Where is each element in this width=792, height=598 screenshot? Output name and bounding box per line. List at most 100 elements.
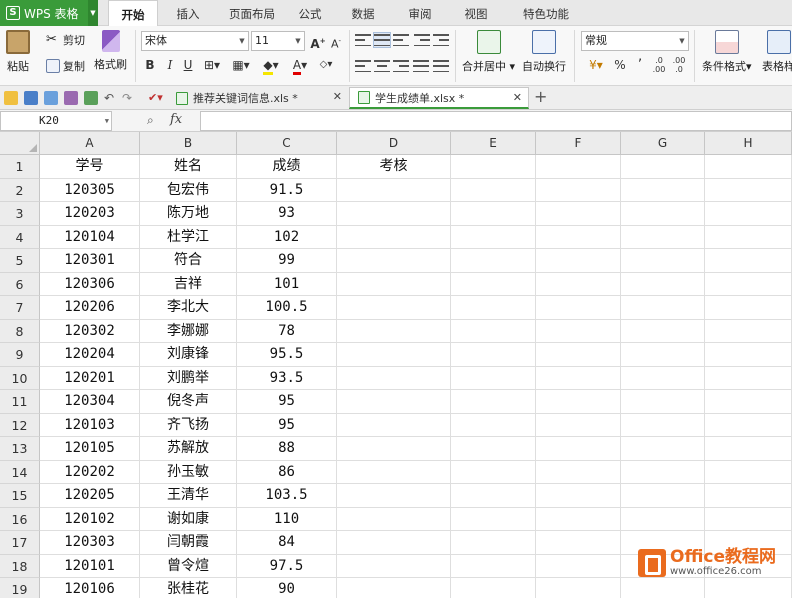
table-cell[interactable] bbox=[451, 484, 536, 508]
table-cell[interactable]: 120201 bbox=[40, 366, 140, 390]
table-cell[interactable]: 120202 bbox=[40, 460, 140, 484]
close-icon[interactable]: ✕ bbox=[513, 91, 522, 104]
redo-icon[interactable]: ↷ bbox=[122, 91, 136, 105]
table-cell[interactable] bbox=[536, 296, 621, 320]
table-cell[interactable] bbox=[337, 460, 451, 484]
table-cell[interactable]: 120106 bbox=[40, 578, 140, 598]
save-icon[interactable] bbox=[24, 91, 38, 105]
table-cell[interactable] bbox=[451, 272, 536, 296]
cut-button[interactable]: ✂ 剪切 bbox=[46, 32, 85, 48]
table-cell[interactable] bbox=[705, 202, 792, 226]
fill-color-button[interactable]: ◆▾ bbox=[258, 56, 284, 75]
customize-toolbar-icon[interactable]: ✔▾ bbox=[148, 91, 163, 105]
table-cell[interactable] bbox=[705, 484, 792, 508]
table-cell[interactable] bbox=[621, 413, 705, 437]
row-header[interactable]: 11 bbox=[0, 390, 40, 414]
table-cell[interactable]: 包宏伟 bbox=[140, 178, 237, 202]
table-cell[interactable] bbox=[451, 390, 536, 414]
paste-button[interactable]: 粘贴 bbox=[6, 30, 30, 74]
table-cell[interactable]: 84 bbox=[237, 531, 337, 555]
format-painter-button[interactable]: 格式刷 bbox=[94, 30, 127, 72]
table-cell[interactable] bbox=[705, 366, 792, 390]
table-cell[interactable] bbox=[621, 249, 705, 273]
table-cell[interactable] bbox=[621, 319, 705, 343]
table-cell[interactable]: 李娜娜 bbox=[140, 319, 237, 343]
header-cell[interactable] bbox=[705, 155, 792, 179]
column-header-h[interactable]: H bbox=[705, 132, 792, 155]
table-cell[interactable]: 86 bbox=[237, 460, 337, 484]
table-cell[interactable] bbox=[451, 554, 536, 578]
table-cell[interactable] bbox=[536, 366, 621, 390]
table-cell[interactable]: 120102 bbox=[40, 507, 140, 531]
table-cell[interactable] bbox=[451, 296, 536, 320]
table-style-button[interactable]: 表格样 bbox=[762, 30, 792, 74]
decrease-indent-button[interactable] bbox=[414, 33, 430, 47]
table-cell[interactable]: 101 bbox=[237, 272, 337, 296]
doc-tab-keywords[interactable]: 推荐关键词信息.xls * ✕ bbox=[168, 87, 348, 109]
save-as-icon[interactable] bbox=[44, 91, 58, 105]
table-cell[interactable]: 90 bbox=[237, 578, 337, 598]
table-cell[interactable] bbox=[705, 319, 792, 343]
tab-data[interactable]: 数据 bbox=[345, 0, 381, 26]
table-cell[interactable]: 齐飞扬 bbox=[140, 413, 237, 437]
align-center-button[interactable] bbox=[374, 59, 390, 73]
table-cell[interactable] bbox=[705, 296, 792, 320]
table-cell[interactable] bbox=[536, 531, 621, 555]
row-header[interactable]: 12 bbox=[0, 413, 40, 437]
header-cell[interactable]: 学号 bbox=[40, 155, 140, 179]
copy-button[interactable]: 复制 bbox=[46, 58, 85, 74]
table-cell[interactable]: 吉祥 bbox=[140, 272, 237, 296]
column-header-g[interactable]: G bbox=[621, 132, 705, 155]
column-header-d[interactable]: D bbox=[337, 132, 451, 155]
table-cell[interactable] bbox=[536, 484, 621, 508]
table-cell[interactable] bbox=[705, 507, 792, 531]
row-header[interactable]: 5 bbox=[0, 249, 40, 273]
row-header[interactable]: 3 bbox=[0, 202, 40, 226]
table-cell[interactable] bbox=[337, 578, 451, 598]
table-cell[interactable] bbox=[621, 296, 705, 320]
italic-button[interactable]: I bbox=[161, 56, 179, 74]
table-cell[interactable] bbox=[536, 390, 621, 414]
print-preview-icon[interactable] bbox=[84, 91, 98, 105]
table-cell[interactable]: 杜学江 bbox=[140, 225, 237, 249]
table-cell[interactable] bbox=[451, 366, 536, 390]
table-cell[interactable] bbox=[337, 531, 451, 555]
table-cell[interactable]: 李北大 bbox=[140, 296, 237, 320]
table-cell[interactable] bbox=[451, 202, 536, 226]
table-cell[interactable]: 93.5 bbox=[237, 366, 337, 390]
column-header-a[interactable]: A bbox=[40, 132, 140, 155]
increase-decimal-button[interactable]: .0.00 bbox=[650, 56, 668, 74]
table-cell[interactable]: 刘鹏举 bbox=[140, 366, 237, 390]
align-bottom-button[interactable] bbox=[393, 33, 409, 47]
header-cell[interactable] bbox=[621, 155, 705, 179]
currency-format-button[interactable]: ¥▾ bbox=[583, 56, 609, 74]
header-cell[interactable] bbox=[536, 155, 621, 179]
justify-button[interactable] bbox=[413, 59, 429, 73]
table-cell[interactable] bbox=[621, 578, 705, 598]
doc-tab-student-grades[interactable]: 学生成绩单.xlsx * ✕ bbox=[349, 87, 529, 109]
table-cell[interactable] bbox=[451, 343, 536, 367]
table-cell[interactable] bbox=[621, 178, 705, 202]
app-menu-dropdown-icon[interactable]: ▼ bbox=[88, 0, 98, 26]
column-header-c[interactable]: C bbox=[237, 132, 337, 155]
column-header-e[interactable]: E bbox=[451, 132, 536, 155]
table-cell[interactable]: 陈万地 bbox=[140, 202, 237, 226]
align-middle-button[interactable] bbox=[373, 32, 391, 48]
wrap-text-button[interactable]: 自动换行 bbox=[522, 30, 566, 74]
spreadsheet-grid[interactable]: A B C D E F G H 1 学号 姓名 成绩 考核 2 120305 包宏伟 91.5 3 120203 陈万… bbox=[0, 132, 792, 598]
underline-button[interactable]: U bbox=[179, 56, 197, 74]
table-cell[interactable]: 刘康锋 bbox=[140, 343, 237, 367]
header-cell[interactable]: 姓名 bbox=[140, 155, 237, 179]
new-tab-plus-icon[interactable]: + bbox=[534, 88, 547, 106]
undo-icon[interactable]: ↶ bbox=[104, 91, 118, 105]
table-cell[interactable] bbox=[621, 460, 705, 484]
table-cell[interactable] bbox=[705, 249, 792, 273]
tab-insert[interactable]: 插入 bbox=[168, 0, 208, 26]
tab-formulas[interactable]: 公式 bbox=[292, 0, 328, 26]
table-cell[interactable]: 120204 bbox=[40, 343, 140, 367]
formula-input[interactable] bbox=[200, 111, 792, 131]
table-cell[interactable] bbox=[705, 225, 792, 249]
row-header[interactable]: 16 bbox=[0, 507, 40, 531]
increase-indent-button[interactable] bbox=[433, 33, 449, 47]
zoom-search-icon[interactable]: ⌕ bbox=[147, 113, 154, 128]
